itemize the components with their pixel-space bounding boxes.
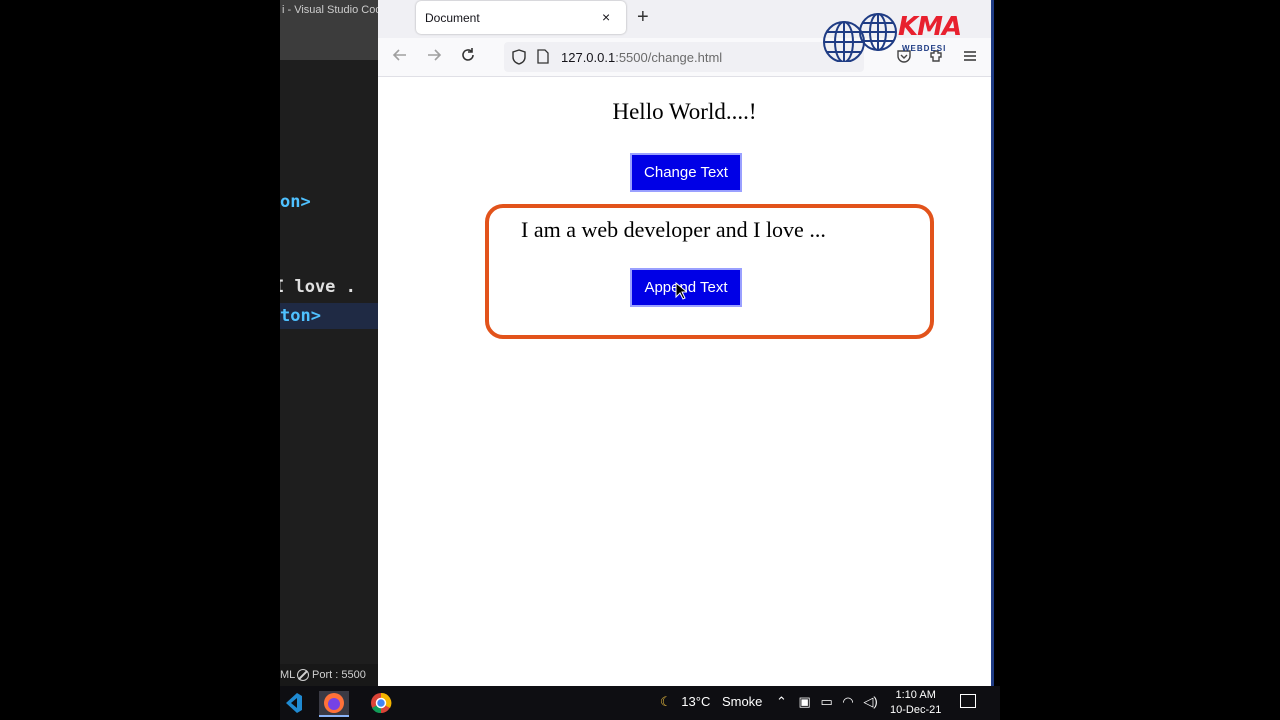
back-arrow-icon[interactable] [392,47,408,68]
url-text[interactable]: 127.0.0.1:5500/change.html [561,50,722,65]
volume-icon[interactable]: ◁) [863,694,877,709]
code-editor[interactable] [280,60,378,664]
close-tab-icon[interactable]: × [602,9,610,25]
code-line-1: on> [280,192,311,212]
tab-document[interactable]: Document × [416,1,626,34]
shield-icon[interactable] [512,49,526,70]
windows-taskbar: ☾ 13°C Smoke ⌃ ▣ ▭ ◠ ◁) 1:10 AM 10-Dec-2… [280,686,1000,720]
vscode-titlebar: i - Visual Studio Code [280,0,378,60]
watermark-logo: KMA WEBDESI [822,8,988,70]
system-tray: ⌃ ▣ ▭ ◠ ◁) [776,694,878,710]
firefox-taskbar-icon[interactable] [319,691,349,717]
page-content: Hello World....! Change Text I am a web … [378,77,991,686]
change-text-button[interactable]: Change Text [630,153,742,192]
status-port-label: Port : 5500 [312,669,366,681]
vscode-statusbar: ML Port : 5500 [280,664,378,688]
clock[interactable]: 1:10 AM 10-Dec-21 [890,688,941,718]
weather-temp: 13°C [681,694,711,709]
page-icon[interactable] [537,49,549,69]
vscode-title: i - Visual Studio Code [282,4,378,16]
mouse-cursor-icon [675,281,689,305]
vscode-taskbar-icon[interactable] [280,691,304,715]
new-tab-button[interactable]: + [637,6,649,29]
code-line-2: I love . [280,277,356,297]
wifi-icon[interactable]: ◠ [842,694,853,709]
moon-icon: ☾ [660,694,672,709]
globe-icon [823,13,897,62]
notification-icon[interactable] [960,694,976,708]
status-port[interactable]: Port : 5500 [297,669,366,681]
no-entry-icon [297,669,309,681]
forward-arrow-icon[interactable] [426,47,442,68]
meet-icon[interactable]: ▣ [799,694,811,709]
logo-subtext: WEBDESI [902,44,947,53]
vscode-window: i - Visual Studio Code on> I love . ton>… [280,0,378,688]
logo-text: KMA [898,12,962,42]
status-language[interactable]: ML [280,669,295,681]
clock-time: 1:10 AM [895,689,936,701]
browser-window: Document × + 127.0.0.1:5500/change.html [378,0,994,686]
page-heading: Hello World....! [612,99,757,124]
code-line-3: ton> [280,306,321,326]
url-host: 127.0.0.1 [561,50,616,65]
url-path: :5500/change.html [615,50,723,65]
battery-icon[interactable]: ▭ [820,694,832,709]
clock-date: 10-Dec-21 [890,704,942,716]
tab-title: Document [425,11,480,25]
chrome-taskbar-icon[interactable] [369,691,393,715]
paragraph-text: I am a web developer and I love ... [521,217,826,242]
weather-widget[interactable]: ☾ 13°C Smoke [660,694,762,710]
weather-desc: Smoke [721,694,763,709]
reload-icon[interactable] [460,47,476,68]
address-bar[interactable]: 127.0.0.1:5500/change.html [504,42,864,72]
chevron-up-icon[interactable]: ⌃ [776,694,787,709]
